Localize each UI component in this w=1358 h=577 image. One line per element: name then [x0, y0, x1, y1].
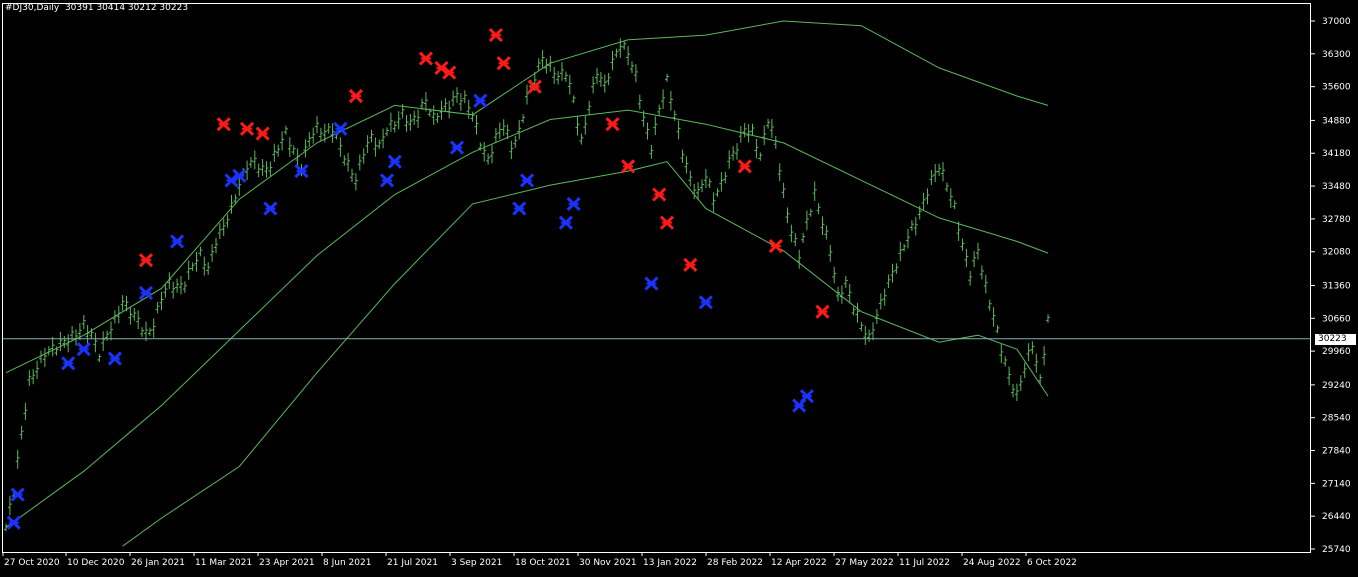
x-tick-label: 24 Aug 2022: [963, 558, 1021, 568]
x-tick-label: 27 May 2022: [835, 558, 894, 568]
x-tick-label: 23 Apr 2021: [259, 558, 315, 568]
y-tick-label: 27840: [1322, 447, 1351, 457]
y-tick-label: 28540: [1322, 414, 1351, 424]
y-tick-label: 32080: [1322, 248, 1351, 258]
y-tick-label: 26440: [1322, 512, 1351, 522]
current-price-tag: 30223: [1315, 333, 1356, 345]
x-tick-label: 28 Feb 2022: [707, 558, 763, 568]
x-tick-label: 26 Jan 2021: [131, 558, 185, 568]
y-tick-label: 25740: [1322, 545, 1351, 555]
x-tick-label: 6 Oct 2022: [1027, 558, 1077, 568]
y-tick-label: 34880: [1322, 116, 1351, 126]
price-chart[interactable]: 25740 26440 27140 27840 28540 29240 29960 30660…: [0, 0, 1358, 573]
x-tick-label: 10 Dec 2020: [67, 558, 125, 568]
y-tick-label: 32780: [1322, 215, 1351, 225]
y-tick-label: 30660: [1322, 314, 1351, 324]
chart-title: #DJ30,Daily 30391 30414 30212 30223: [5, 3, 188, 13]
symbol-label: #DJ30,Daily: [5, 3, 60, 13]
x-tick-label: 3 Sep 2021: [451, 558, 502, 568]
x-tick-label: 18 Oct 2021: [515, 558, 571, 568]
x-axis: 27 Oct 2020 10 Dec 2020 26 Jan 2021 11 Mar …: [2, 552, 1077, 568]
y-tick-label: 36300: [1322, 50, 1351, 60]
ohlc-values: 30391 30414 30212 30223: [64, 3, 189, 13]
x-tick-label: 13 Jan 2022: [643, 558, 697, 568]
x-tick-label: 27 Oct 2020: [4, 558, 60, 568]
x-tick-label: 30 Nov 2021: [579, 558, 637, 568]
y-tick-label: 33480: [1322, 182, 1351, 192]
x-tick-label: 11 Mar 2021: [195, 558, 252, 568]
x-tick-label: 8 Jun 2021: [323, 558, 371, 568]
y-tick-label: 29240: [1322, 381, 1351, 391]
y-tick-label: 31360: [1322, 281, 1351, 291]
x-tick-label: 21 Jul 2021: [387, 558, 438, 568]
x-tick-label: 12 Apr 2022: [771, 558, 827, 568]
chart-canvas[interactable]: 25740 26440 27140 27840 28540 29240 29960 30660…: [0, 0, 1358, 573]
x-tick-label: 11 Jul 2022: [899, 558, 950, 568]
y-tick-label: 37000: [1322, 17, 1351, 27]
y-tick-label: 27140: [1322, 479, 1351, 489]
y-tick-label: 35600: [1322, 83, 1351, 93]
y-tick-label: 29960: [1322, 347, 1351, 357]
y-tick-label: 34180: [1322, 149, 1351, 159]
y-axis: 25740 26440 27140 27840 28540 29240 29960 30660…: [1311, 17, 1351, 555]
